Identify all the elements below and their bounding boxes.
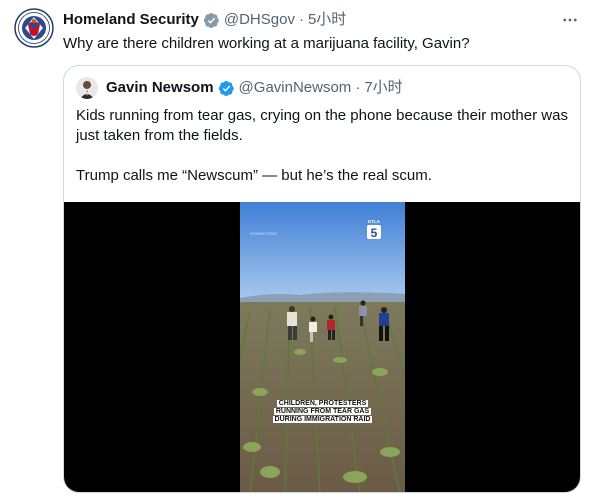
separator-dot: · [298,11,304,28]
tweet[interactable]: Homeland Security @DHSgov · 5小时 Why are … [0,0,599,498]
blue-verified-badge-icon[interactable] [218,80,235,97]
quote-text: Kids running from tear gas, crying on th… [76,106,570,186]
dhs-seal-icon[interactable] [14,8,54,48]
tweet-header: Homeland Security @DHSgov · 5小时 [63,10,346,30]
quote-avatar[interactable] [76,77,98,99]
quote-header: Gavin Newsom @GavinNewsom · 7小时 [76,77,403,99]
video-scene-image [240,202,405,492]
video-player[interactable]: NYMENTIONS KTLA 5 CHILDREN, PROTESTERS R… [64,202,580,492]
quote-author-name[interactable]: Gavin Newsom [106,78,214,98]
quote-separator-dot: · [355,79,361,96]
quote-author-handle[interactable]: @GavinNewsom [239,78,352,98]
timestamp[interactable]: 5小时 [308,10,346,30]
video-watermark: NYMENTIONS [250,231,277,236]
svg-text:5: 5 [371,226,378,240]
more-horizontal-icon[interactable] [559,9,581,31]
quote-text-paragraph-2: Trump calls me “Newscum” — but he’s the … [76,167,432,184]
ktla-5-logo-icon: KTLA 5 [364,218,384,240]
video-caption: CHILDREN, PROTESTERS RUNNING FROM TEAR G… [262,400,383,424]
quote-timestamp[interactable]: 7小时 [364,78,402,98]
quoted-tweet[interactable]: Gavin Newsom @GavinNewsom · 7小时 Kids run… [63,65,581,493]
tweet-text: Why are there children working at a mari… [63,35,470,52]
author-handle[interactable]: @DHSgov [224,10,295,30]
gray-verified-badge-icon[interactable] [203,12,220,29]
author-name[interactable]: Homeland Security [63,10,199,30]
video-caption-text: CHILDREN, PROTESTERS RUNNING FROM TEAR G… [272,400,373,423]
quote-text-paragraph-1: Kids running from tear gas, crying on th… [76,107,568,144]
svg-text:KTLA: KTLA [368,219,381,224]
video-frame[interactable]: NYMENTIONS KTLA 5 CHILDREN, PROTESTERS R… [240,202,405,492]
